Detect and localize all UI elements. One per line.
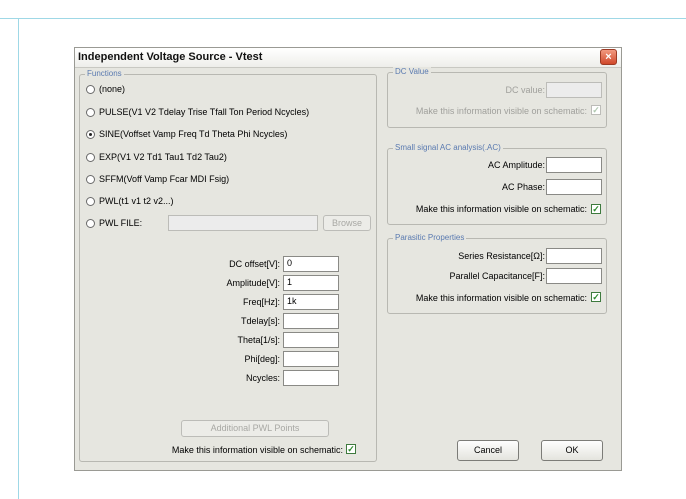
param-input-amplitude[interactable]: 1 xyxy=(283,275,339,291)
radio-option-pwl-file[interactable]: PWL FILE: xyxy=(86,216,142,230)
radio-label: SINE(Voffset Vamp Freq Td Theta Phi Ncyc… xyxy=(99,129,288,139)
param-input-ncycles[interactable] xyxy=(283,370,339,386)
ac-visible-checkbox[interactable]: ✓ xyxy=(591,204,601,214)
radio-icon xyxy=(86,152,95,162)
radio-label: EXP(V1 V2 Td1 Tau1 Td2 Tau2) xyxy=(99,152,227,162)
functions-group-title: Functions xyxy=(85,69,124,78)
page-border-left xyxy=(18,18,19,499)
radio-label: SFFM(Voff Vamp Fcar MDI Fsig) xyxy=(99,174,230,184)
param-input-phi[interactable] xyxy=(283,351,339,367)
radio-option-sine[interactable]: SINE(Voffset Vamp Freq Td Theta Phi Ncyc… xyxy=(86,127,287,141)
pwl-file-input[interactable] xyxy=(168,215,318,231)
dc-visible-label: Make this information visible on schemat… xyxy=(415,106,587,116)
ac-phase-input[interactable] xyxy=(546,179,602,195)
ac-amplitude-input[interactable] xyxy=(546,157,602,173)
dc-value-label: DC value: xyxy=(505,85,545,95)
radio-option-pwl[interactable]: PWL(t1 v1 t2 v2...) xyxy=(86,194,174,208)
param-label-freq: Freq[Hz]: xyxy=(242,297,280,307)
additional-pwl-points-button[interactable]: Additional PWL Points xyxy=(181,420,329,437)
close-button[interactable]: × xyxy=(600,49,617,65)
additional-pwl-points-label: Additional PWL Points xyxy=(210,423,300,433)
ac-analysis-group-title: Small signal AC analysis(.AC) xyxy=(393,143,503,152)
page-border-top xyxy=(0,18,686,19)
radio-option-exp[interactable]: EXP(V1 V2 Td1 Tau1 Td2 Tau2) xyxy=(86,150,227,164)
param-label-dc-offset: DC offset[V]: xyxy=(229,259,280,269)
ac-visible-label: Make this information visible on schemat… xyxy=(415,204,587,214)
radio-label: PWL FILE: xyxy=(99,218,143,228)
dc-value-group-title: DC Value xyxy=(393,67,431,76)
param-input-theta[interactable] xyxy=(283,332,339,348)
functions-visible-checkbox[interactable]: ✓ xyxy=(346,444,356,454)
param-label-amplitude: Amplitude[V]: xyxy=(226,278,280,288)
title-bar: Independent Voltage Source - Vtest × xyxy=(75,48,621,68)
checkbox-icon: ✓ xyxy=(347,444,355,454)
param-input-tdelay[interactable] xyxy=(283,313,339,329)
browse-button[interactable]: Browse xyxy=(323,215,371,231)
param-label-ncycles: Ncycles: xyxy=(245,373,280,383)
ok-button[interactable]: OK xyxy=(541,440,603,461)
param-input-freq[interactable]: 1k xyxy=(283,294,339,310)
radio-option-pulse[interactable]: PULSE(V1 V2 Tdelay Trise Tfall Ton Perio… xyxy=(86,105,309,119)
radio-label: PWL(t1 v1 t2 v2...) xyxy=(99,196,174,206)
param-input-dc-offset[interactable]: 0 xyxy=(283,256,339,272)
ac-phase-label: AC Phase: xyxy=(501,182,545,192)
dialog-title: Independent Voltage Source - Vtest xyxy=(78,51,263,63)
radio-option-none[interactable]: (none) xyxy=(86,82,125,96)
radio-icon xyxy=(86,218,95,228)
radio-icon xyxy=(86,107,95,117)
parallel-capacitance-input[interactable] xyxy=(546,268,602,284)
browse-label: Browse xyxy=(331,218,362,228)
close-icon: × xyxy=(605,51,612,63)
radio-icon xyxy=(86,84,95,94)
ac-amplitude-label: AC Amplitude: xyxy=(487,160,545,170)
parasitic-group: Parasitic Properties Series Resistance[Ω… xyxy=(387,233,607,314)
radio-icon xyxy=(86,174,95,184)
voltage-source-dialog: Independent Voltage Source - Vtest × Fun… xyxy=(74,47,622,471)
dc-visible-checkbox[interactable]: ✓ xyxy=(591,105,601,115)
param-label-phi: Phi[deg]: xyxy=(244,354,280,364)
radio-label: PULSE(V1 V2 Tdelay Trise Tfall Ton Perio… xyxy=(99,107,310,117)
checkbox-icon: ✓ xyxy=(592,105,600,115)
series-resistance-input[interactable] xyxy=(546,248,602,264)
radio-label: (none) xyxy=(99,84,126,94)
parallel-capacitance-label: Parallel Capacitance[F]: xyxy=(449,271,545,281)
functions-group: Functions (none) PULSE(V1 V2 Tdelay Tris… xyxy=(79,69,377,462)
radio-icon xyxy=(86,196,95,206)
ok-label: OK xyxy=(565,445,579,455)
parasitic-visible-checkbox[interactable]: ✓ xyxy=(591,292,601,302)
parasitic-group-title: Parasitic Properties xyxy=(393,233,467,242)
series-resistance-label: Series Resistance[Ω]: xyxy=(458,251,545,261)
radio-selected-icon xyxy=(86,129,95,139)
parasitic-visible-label: Make this information visible on schemat… xyxy=(415,293,587,303)
dc-value-group: DC Value DC value: Make this information… xyxy=(387,67,607,128)
functions-visible-label: Make this information visible on schemat… xyxy=(171,445,343,455)
checkbox-icon: ✓ xyxy=(592,292,600,302)
dc-value-input[interactable] xyxy=(546,82,602,98)
cancel-label: Cancel xyxy=(473,445,502,455)
radio-option-sffm[interactable]: SFFM(Voff Vamp Fcar MDI Fsig) xyxy=(86,172,229,186)
param-label-theta: Theta[1/s]: xyxy=(237,335,280,345)
param-label-tdelay: Tdelay[s]: xyxy=(240,316,280,326)
cancel-button[interactable]: Cancel xyxy=(457,440,519,461)
checkbox-icon: ✓ xyxy=(592,204,600,214)
ac-analysis-group: Small signal AC analysis(.AC) AC Amplitu… xyxy=(387,143,607,225)
